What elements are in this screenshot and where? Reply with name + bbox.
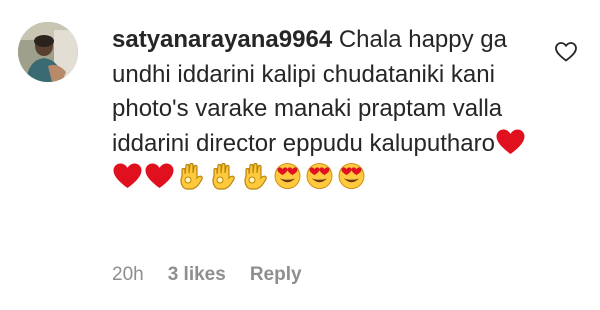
heart-eyes-icon — [272, 162, 303, 190]
red-heart-icon — [495, 128, 526, 156]
comment-meta: 20h 3 likes Reply — [112, 264, 302, 286]
red-heart-icon — [144, 162, 175, 190]
ok-hand-icon — [240, 162, 271, 190]
comment-body: satyanarayana9964 Chala happy ga undhi i… — [112, 23, 532, 196]
reply-button[interactable]: Reply — [250, 264, 302, 286]
red-heart-icon — [112, 162, 143, 190]
ok-hand-icon — [208, 162, 239, 190]
username-link[interactable]: satyanarayana9964 — [112, 26, 332, 53]
comment-timestamp[interactable]: 20h — [112, 264, 144, 286]
heart-eyes-icon — [304, 162, 335, 190]
emoji-line — [112, 162, 368, 191]
heart-eyes-icon — [336, 162, 367, 190]
avatar[interactable] — [18, 22, 78, 82]
comment-item: satyanarayana9964 Chala happy ga undhi i… — [0, 0, 600, 310]
like-heart-icon[interactable] — [554, 40, 578, 64]
comment-text-block: satyanarayana9964 Chala happy ga undhi i… — [112, 23, 532, 196]
ok-hand-icon — [176, 162, 207, 190]
likes-count-button[interactable]: 3 likes — [168, 264, 226, 286]
